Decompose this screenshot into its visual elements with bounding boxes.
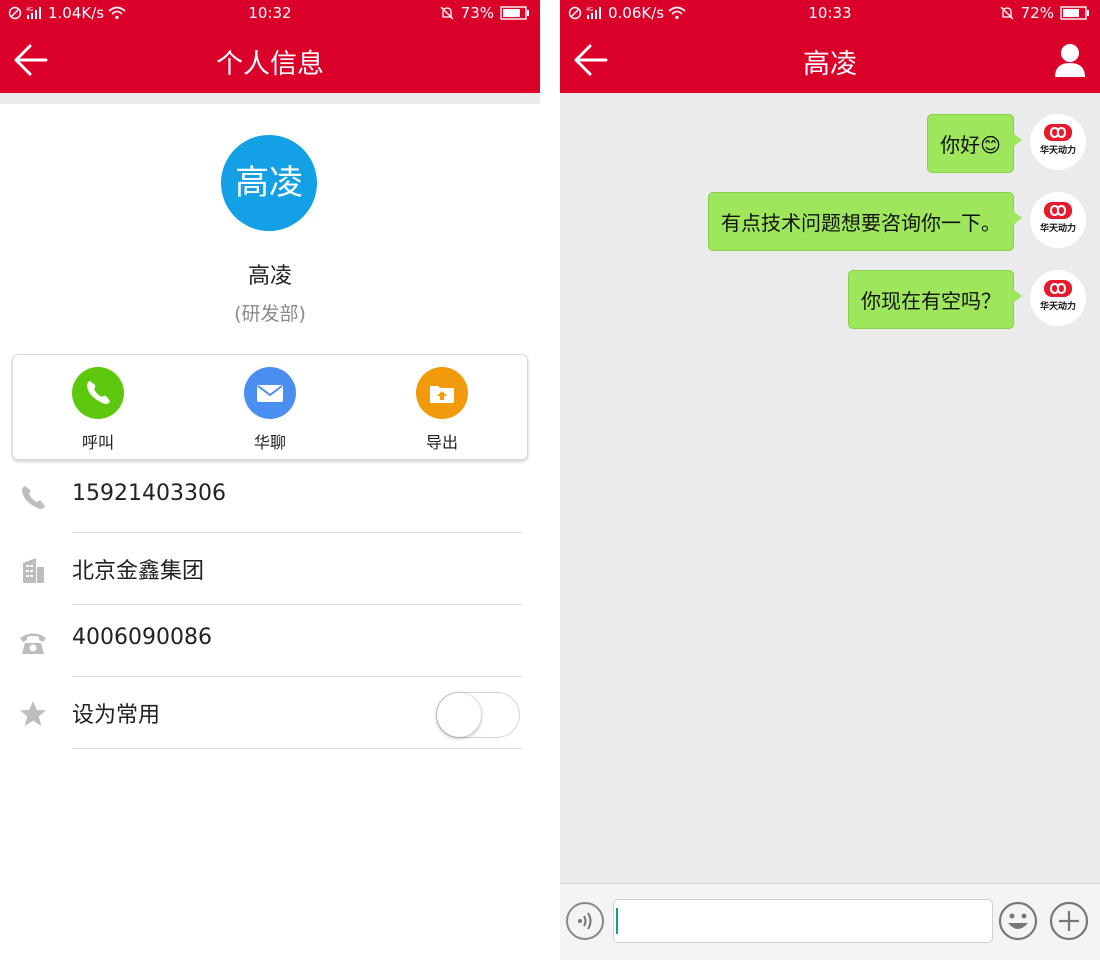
status-right: 72% — [999, 4, 1090, 22]
phone-icon — [22, 486, 45, 509]
message-text: 你现在有空吗？ — [861, 289, 1001, 313]
chat-title: 高凌 — [803, 49, 857, 80]
call-icon-circle — [72, 367, 124, 419]
text-cursor — [616, 908, 618, 934]
divider-strip — [0, 93, 540, 104]
smile-emoji: 😊 — [980, 133, 1001, 157]
building-icon — [23, 558, 44, 583]
logo-text: 华天动力 — [1040, 222, 1076, 234]
infinity-logo-icon: 华天动力 — [1040, 124, 1076, 156]
input-bar — [560, 883, 1100, 960]
favorite-label: 设为常用 — [72, 703, 161, 728]
mute-bell-icon — [1000, 6, 1014, 20]
export-button[interactable]: 导出 — [382, 367, 502, 453]
battery-percent: 72% — [1020, 4, 1054, 22]
folder-upload-icon — [430, 386, 454, 403]
mail-icon — [257, 385, 283, 402]
star-icon — [20, 701, 46, 726]
voice-icon — [578, 912, 592, 930]
plus-icon[interactable] — [1049, 901, 1089, 941]
message-item: 你现在有空吗？ 华天动力 — [848, 270, 1086, 329]
message-bubble[interactable]: 你好😊 — [927, 114, 1022, 173]
export-label: 导出 — [425, 433, 458, 452]
tel-number: 4006090086 — [72, 625, 212, 650]
call-label: 呼叫 — [81, 433, 114, 452]
battery-icon — [500, 6, 529, 20]
message-bubble[interactable]: 有点技术问题想要咨询你一下。 — [708, 192, 1022, 251]
phone-icon — [87, 381, 110, 404]
sender-avatar[interactable]: 华天动力 — [1030, 270, 1086, 326]
status-right: 73% — [439, 4, 530, 22]
voice-button[interactable] — [566, 902, 604, 940]
status-bar: 4G 1.04K/s 10:32 73% — [0, 0, 540, 28]
chat-screen: 4G 0.06K/s 10:33 72% 高凌 你好😊 华天动力 有点技术问题想… — [560, 0, 1100, 960]
logo-text: 华天动力 — [1040, 144, 1076, 156]
message-bubble[interactable]: 你现在有空吗？ — [848, 270, 1022, 329]
status-bar: 4G 0.06K/s 10:33 72% — [560, 0, 1100, 28]
logo-text: 华天动力 — [1040, 300, 1076, 312]
contact-name: 高凌 — [247, 264, 292, 289]
chat-icon-circle — [244, 367, 296, 419]
favorite-toggle[interactable] — [436, 692, 520, 738]
screenshot-pair: 4G 1.04K/s 10:32 73% 个人信息 高凌 高凌 (研发部) 呼叫… — [0, 0, 1100, 960]
contact-avatar: 高凌 — [221, 135, 317, 231]
infinity-logo-icon: 华天动力 — [1040, 202, 1076, 234]
battery-percent: 73% — [460, 4, 494, 22]
contact-profile-screen: 4G 1.04K/s 10:32 73% 个人信息 高凌 高凌 (研发部) 呼叫… — [0, 0, 540, 960]
call-button[interactable]: 呼叫 — [38, 367, 158, 453]
infinity-logo-icon: 华天动力 — [1040, 280, 1076, 312]
row-divider — [72, 748, 522, 749]
export-icon-circle — [416, 367, 468, 419]
battery-icon — [1060, 6, 1089, 20]
contact-department: (研发部) — [234, 303, 306, 325]
nav-bar: 高凌 — [560, 28, 1100, 93]
sender-avatar[interactable]: 华天动力 — [1030, 192, 1086, 248]
mute-bell-icon — [440, 6, 454, 20]
company-row: 北京金鑫集团 — [0, 533, 540, 605]
message-text: 有点技术问题想要咨询你一下。 — [721, 211, 1001, 235]
company-name: 北京金鑫集团 — [72, 559, 205, 584]
message-input[interactable] — [613, 899, 993, 943]
page-title: 个人信息 — [216, 49, 324, 80]
message-item: 你好😊 华天动力 — [927, 114, 1086, 173]
nav-bar: 个人信息 — [0, 28, 540, 93]
contact-info-button[interactable] — [1050, 40, 1090, 80]
telephone-icon — [20, 633, 46, 654]
phone-number: 15921403306 — [72, 481, 226, 506]
favorite-row: 设为常用 — [0, 677, 540, 749]
chat-button[interactable]: 华聊 — [210, 367, 330, 453]
emoji-icon[interactable] — [998, 901, 1038, 941]
chat-label: 华聊 — [253, 433, 286, 452]
user-icon — [1055, 44, 1085, 77]
phone-row[interactable]: 15921403306 — [0, 461, 540, 533]
message-item: 有点技术问题想要咨询你一下。 华天动力 — [708, 192, 1086, 251]
message-text: 你好 — [940, 133, 981, 157]
action-panel: 呼叫 华聊 导出 — [12, 354, 528, 460]
sender-avatar[interactable]: 华天动力 — [1030, 114, 1086, 170]
tel-row[interactable]: 4006090086 — [0, 605, 540, 677]
toggle-knob — [437, 693, 481, 737]
